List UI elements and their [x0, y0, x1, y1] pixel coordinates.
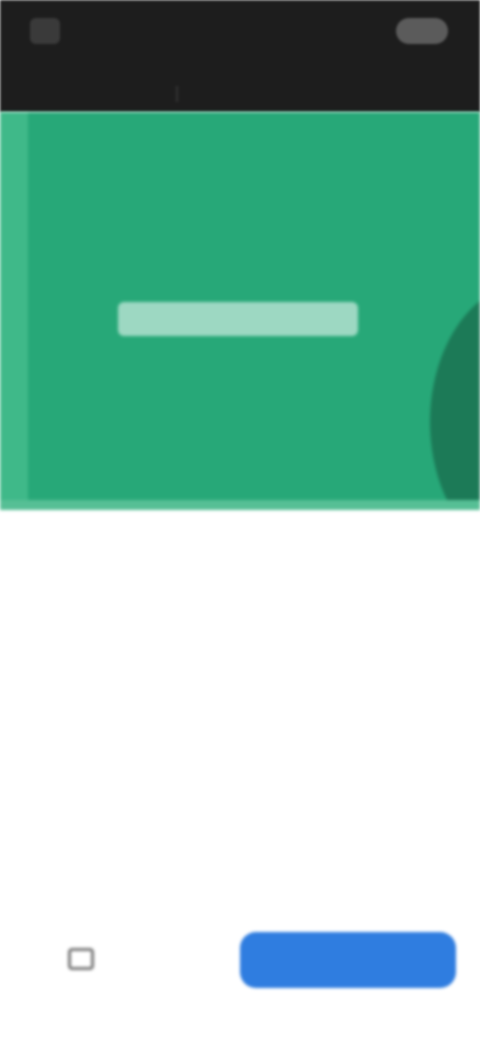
hero-decoration-circle — [430, 282, 480, 510]
content-section — [0, 510, 480, 930]
app-logo-icon[interactable] — [30, 18, 60, 44]
section-heading — [200, 556, 280, 584]
top-action-button[interactable] — [396, 18, 448, 44]
hero-banner — [0, 112, 480, 510]
tab-divider — [176, 86, 178, 102]
hero-title — [118, 302, 358, 336]
tab-1[interactable] — [54, 78, 164, 102]
secondary-action-button[interactable] — [64, 942, 224, 976]
tab-2[interactable] — [186, 78, 396, 102]
checkbox-icon[interactable] — [68, 948, 94, 970]
primary-action-button[interactable] — [240, 932, 456, 988]
hero-bottom-edge — [0, 500, 480, 510]
bottom-action-bar — [0, 912, 480, 1040]
hero-left-strip — [0, 112, 28, 510]
tab-bar — [0, 72, 480, 108]
top-bar — [0, 0, 480, 112]
top-row — [0, 14, 480, 50]
